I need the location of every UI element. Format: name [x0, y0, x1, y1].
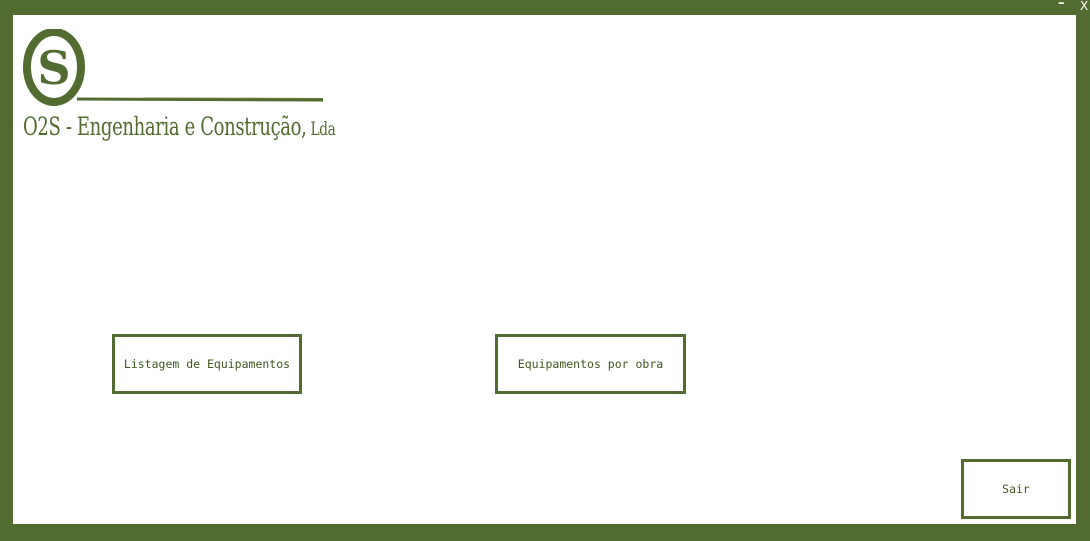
close-button[interactable]: X: [1080, 0, 1088, 12]
company-name-main: O2S - Engenharia e Construção,: [23, 112, 307, 141]
equipamentos-por-obra-button[interactable]: Equipamentos por obra: [495, 334, 686, 394]
company-logo: S O2S - Engenharia e Construção, Lda: [23, 29, 336, 149]
sair-button[interactable]: Sair: [961, 459, 1071, 519]
listagem-equipamentos-button[interactable]: Listagem de Equipamentos: [112, 334, 302, 394]
company-name-suffix: Lda: [306, 118, 336, 140]
logo-mark-icon: S: [23, 29, 324, 106]
minimize-button[interactable]: –: [1058, 0, 1065, 10]
main-panel: S O2S - Engenharia e Construção, Lda Lis…: [13, 15, 1076, 524]
logo-letter: S: [37, 41, 70, 95]
company-name: O2S - Engenharia e Construção, Lda: [23, 112, 336, 141]
